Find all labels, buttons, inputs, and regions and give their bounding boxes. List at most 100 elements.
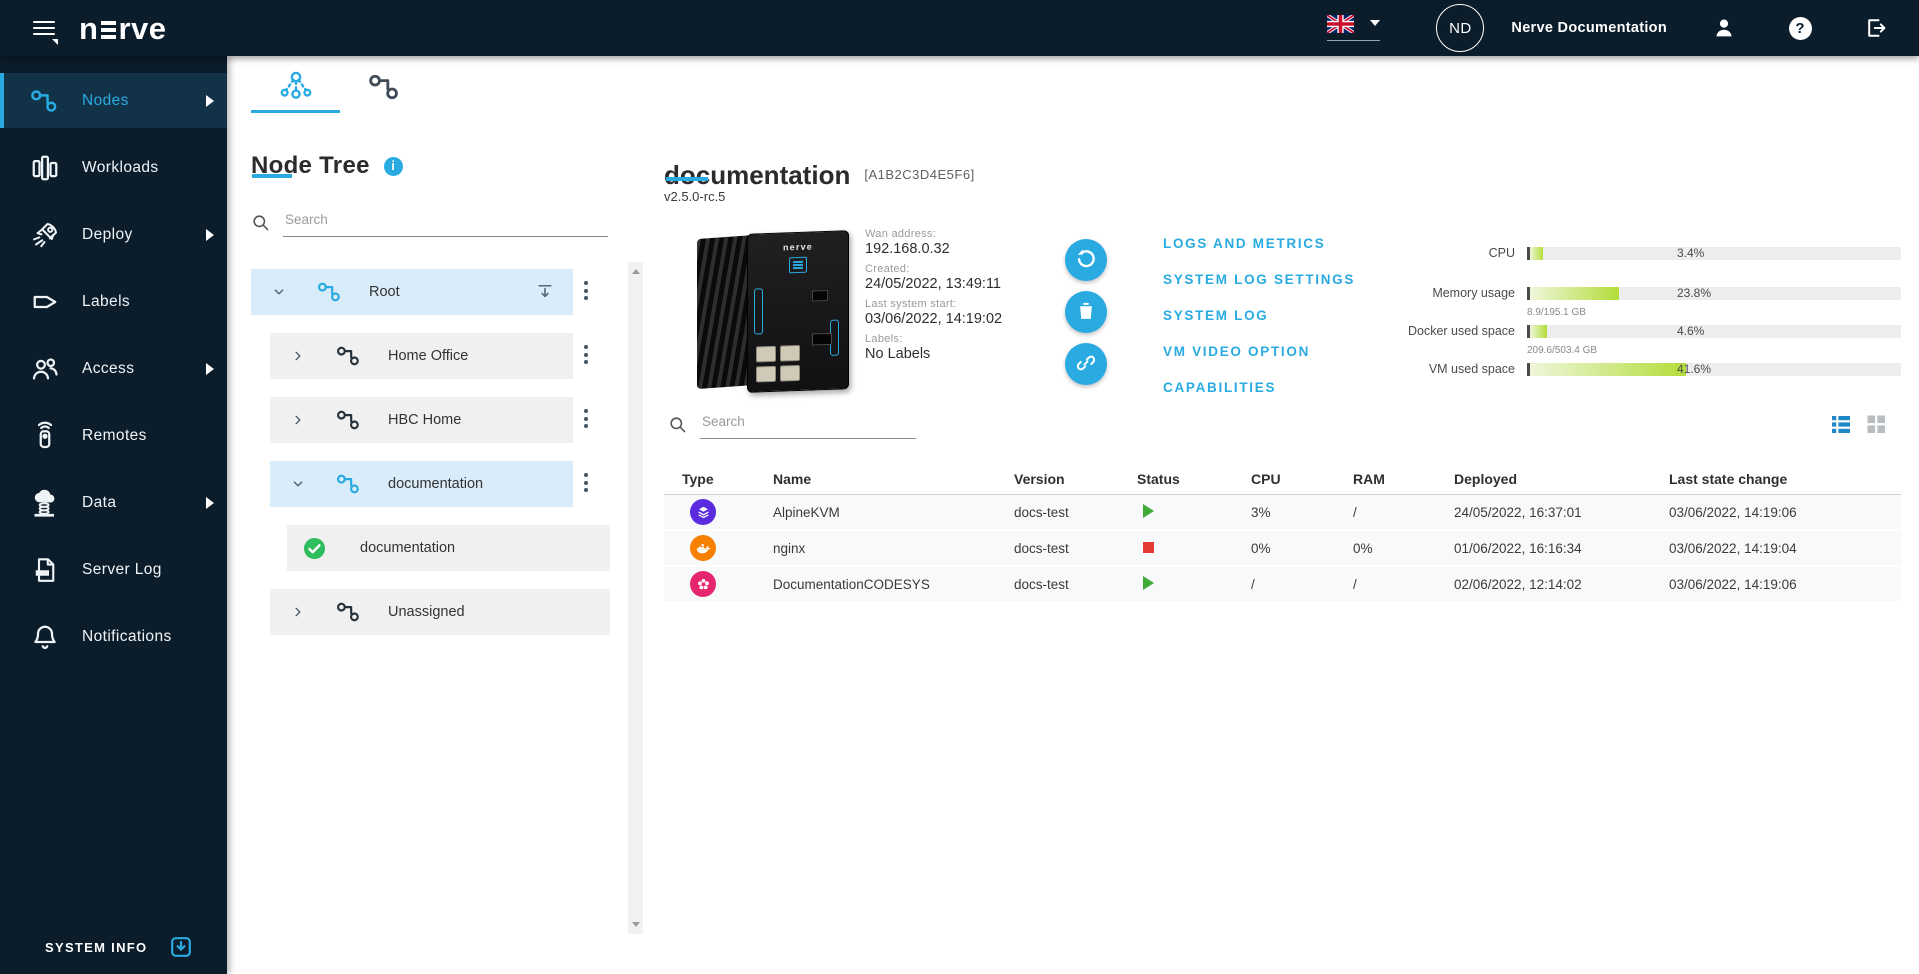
logout-button[interactable]	[1863, 15, 1889, 41]
help-button[interactable]: ?	[1787, 15, 1813, 41]
chevron-right-icon[interactable]	[290, 348, 306, 364]
sidebar-item-label: Remotes	[82, 426, 147, 444]
sidebar-nav: Nodes Workloads Deploy Labels Access Rem…	[0, 56, 227, 664]
cell-version: docs-test	[1014, 576, 1069, 592]
chevron-down-icon[interactable]	[271, 284, 287, 300]
sidebar-item-notifications[interactable]: Notifications	[0, 609, 227, 664]
list-view-icon[interactable]	[1829, 412, 1853, 436]
tree-item-label: HBC Home	[388, 412, 462, 428]
node-tree-icon	[279, 69, 313, 110]
info-pair: Wan address: 192.168.0.32	[865, 228, 1075, 257]
tab-node-list[interactable]	[347, 68, 423, 110]
avatar[interactable]: ND	[1436, 4, 1485, 52]
cell-version: docs-test	[1014, 504, 1069, 520]
node-serial: [A1B2C3D4E5F6]	[864, 166, 975, 182]
system-info-label: SYSTEM INFO	[45, 939, 148, 955]
stat-label: Docker used space	[1407, 324, 1515, 338]
workload-row-alpinekvm[interactable]: AlpineKVM docs-test 3% / 24/05/2022, 16:…	[664, 495, 1901, 531]
workload-row-nginx[interactable]: nginx docs-test 0% 0% 01/06/2022, 16:16:…	[664, 531, 1901, 567]
tree-item-menu[interactable]	[577, 468, 595, 497]
cell-last-state-change: 03/06/2022, 14:19:06	[1669, 504, 1797, 520]
sidebar-item-label: Workloads	[82, 158, 159, 176]
language-selector[interactable]	[1327, 15, 1381, 41]
active-tab-indicator	[251, 110, 340, 113]
title-underline	[252, 174, 292, 178]
device-photo: nerve	[697, 230, 849, 393]
sidebar-item-label: Notifications	[82, 627, 172, 645]
workload-row-documentationcodesys[interactable]: DocumentationCODESYS docs-test / / 02/06…	[664, 567, 1901, 603]
nodes-icon	[30, 86, 60, 116]
node-icon	[317, 279, 343, 305]
info-pair: Labels: No Labels	[865, 333, 1075, 362]
data-icon	[30, 488, 60, 518]
cell-status	[1137, 575, 1251, 593]
sidebar-item-data[interactable]: Data	[0, 475, 227, 530]
link-vm-video-option[interactable]: VM VIDEO OPTION	[1163, 340, 1355, 364]
tree-scrollbar[interactable]	[628, 262, 643, 934]
uk-flag-icon	[1327, 15, 1355, 33]
delete-button[interactable]	[1065, 291, 1107, 333]
tree-item-label: Root	[369, 284, 400, 300]
tree-item-menu[interactable]	[577, 276, 595, 305]
tree-item-documentation[interactable]: documentation	[287, 525, 610, 571]
cell-name: AlpineKVM	[773, 504, 840, 520]
device-front-panel: nerve	[747, 230, 849, 393]
column-header-name: Name	[773, 471, 812, 487]
tree-item-menu[interactable]	[577, 404, 595, 433]
sidebar-item-nodes[interactable]: Nodes	[0, 73, 227, 128]
tree-item-home-office[interactable]: Home Office	[270, 333, 573, 379]
deploy-icon	[30, 220, 60, 250]
tab-node-tree[interactable]	[251, 68, 340, 110]
stat-progress-bar: 41.6%	[1527, 362, 1901, 376]
cell-deployed: 01/06/2022, 16:16:34	[1454, 540, 1582, 556]
info-icon[interactable]: i	[383, 156, 403, 176]
scroll-down-icon[interactable]	[631, 922, 640, 927]
info-value: No Labels	[865, 346, 931, 362]
scroll-up-icon[interactable]	[631, 269, 640, 274]
search-icon	[251, 213, 270, 232]
logo-text-right: rve	[118, 10, 167, 46]
sidebar-item-remotes[interactable]: Remotes	[0, 408, 227, 463]
sidebar-item-workloads[interactable]: Workloads	[0, 140, 227, 195]
node-tree-search-input[interactable]	[283, 206, 608, 237]
sidebar-item-labels[interactable]: Labels	[0, 274, 227, 329]
tree-item-root[interactable]: Root	[251, 269, 573, 315]
sidebar-item-deploy[interactable]: Deploy	[0, 207, 227, 262]
question-mark-icon: ?	[1788, 16, 1812, 40]
node-action-buttons	[1065, 239, 1107, 385]
chevron-right-icon[interactable]	[290, 412, 306, 428]
info-value: 192.168.0.32	[865, 241, 950, 257]
reboot-button[interactable]	[1065, 239, 1107, 281]
stat-cpu: CPU 3.4%	[1227, 246, 1901, 260]
sidebar-item-label: Nodes	[82, 91, 129, 109]
node-icon	[336, 471, 362, 497]
link-capabilities[interactable]: CAPABILITIES	[1163, 376, 1355, 400]
chevron-down-icon[interactable]	[290, 476, 306, 492]
search-icon	[668, 415, 687, 434]
menu-toggle-button[interactable]	[33, 17, 58, 45]
tree-item-hbc-home[interactable]: HBC Home	[270, 397, 573, 443]
sidebar-item-server-log[interactable]: Server Log	[0, 542, 227, 597]
cell-status	[1137, 541, 1251, 556]
grid-view-icon[interactable]	[1864, 412, 1888, 436]
connect-button[interactable]	[1065, 343, 1107, 385]
node-title-underline	[666, 177, 708, 181]
notifications-icon	[30, 622, 60, 652]
info-label: Wan address:	[865, 228, 937, 240]
profile-button[interactable]	[1711, 15, 1737, 41]
tree-item-documentation[interactable]: documentation	[270, 461, 573, 507]
node-icon	[336, 343, 362, 369]
topbar: n rve ND Nerve Documentation ?	[0, 0, 1919, 56]
tree-item-menu[interactable]	[577, 340, 595, 369]
system-info-button[interactable]: SYSTEM INFO	[45, 935, 193, 959]
sidebar-item-access[interactable]: Access	[0, 341, 227, 396]
tree-item-unassigned[interactable]: Unassigned	[270, 589, 610, 635]
sidebar-item-label: Server Log	[82, 560, 162, 578]
node-info-list: Wan address: 192.168.0.32 Created: 24/05…	[865, 228, 1075, 368]
cell-ram: /	[1353, 576, 1357, 592]
workload-search-input[interactable]	[700, 408, 916, 439]
trash-icon	[1075, 300, 1097, 325]
collapse-all-icon[interactable]	[535, 282, 555, 302]
chevron-right-icon[interactable]	[290, 604, 306, 620]
codesys-type-icon	[690, 571, 716, 597]
